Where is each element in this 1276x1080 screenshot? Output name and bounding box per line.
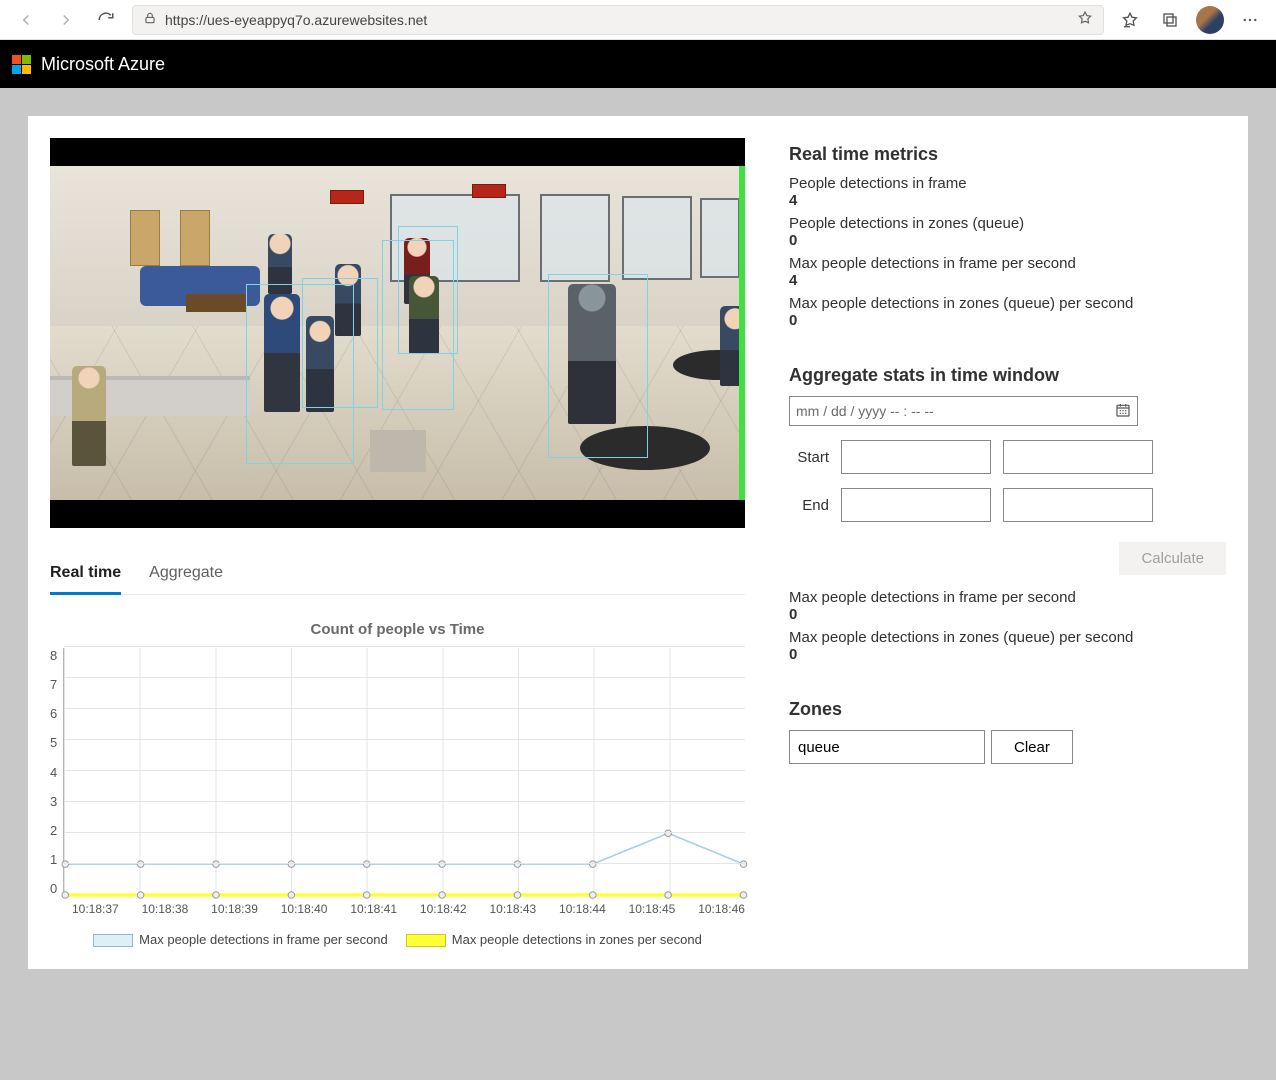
aggregate-heading: Aggregate stats in time window xyxy=(789,365,1226,386)
metric-max-zones-label: Max people detections in zones (queue) p… xyxy=(789,295,1226,312)
refresh-icon[interactable] xyxy=(88,2,124,38)
app-header: Microsoft Azure xyxy=(0,40,1276,88)
legend-swatch-zones xyxy=(406,934,446,947)
browser-chrome: https://ues-eyeappyq7o.azurewebsites.net xyxy=(0,0,1276,40)
chart-tabs: Real time Aggregate xyxy=(50,556,745,595)
metric-max-zones-value: 0 xyxy=(789,312,1226,329)
tab-aggregate[interactable]: Aggregate xyxy=(149,556,223,594)
chart-title: Count of people vs Time xyxy=(50,621,745,638)
main-card: Real time Aggregate Count of people vs T… xyxy=(28,116,1248,969)
aggregate-datetime-placeholder: mm / dd / yyyy -- : -- -- xyxy=(796,403,934,419)
detection-bbox xyxy=(398,226,458,354)
favorites-icon[interactable] xyxy=(1112,2,1148,38)
agg-max-zones-value: 0 xyxy=(789,646,1226,663)
microsoft-logo-icon xyxy=(12,55,31,74)
app-title: Microsoft Azure xyxy=(41,54,165,75)
clear-button[interactable]: Clear xyxy=(991,730,1073,764)
star-icon[interactable] xyxy=(1077,10,1093,29)
aggregate-datetime-field[interactable]: mm / dd / yyyy -- : -- -- xyxy=(789,396,1138,426)
metrics-heading: Real time metrics xyxy=(789,144,1226,165)
zone-line xyxy=(739,166,745,500)
start-date-input[interactable] xyxy=(841,440,991,474)
calendar-icon[interactable] xyxy=(1115,402,1131,421)
calculate-button[interactable]: Calculate xyxy=(1119,542,1226,575)
chart-y-axis: 876543210 xyxy=(50,648,63,896)
end-label: End xyxy=(789,497,829,514)
back-icon[interactable] xyxy=(8,2,44,38)
tab-realtime[interactable]: Real time xyxy=(50,556,121,595)
metric-frame-label: People detections in frame xyxy=(789,175,1226,192)
agg-max-zones-label: Max people detections in zones (queue) p… xyxy=(789,629,1226,646)
start-time-input[interactable] xyxy=(1003,440,1153,474)
metric-max-frame-value: 4 xyxy=(789,272,1226,289)
end-time-input[interactable] xyxy=(1003,488,1153,522)
agg-max-frame-label: Max people detections in frame per secon… xyxy=(789,589,1226,606)
lock-icon xyxy=(143,11,157,28)
metric-zones-label: People detections in zones (queue) xyxy=(789,215,1226,232)
more-icon[interactable] xyxy=(1232,2,1268,38)
legend-label-zones: Max people detections in zones per secon… xyxy=(452,932,702,947)
video-feed xyxy=(50,138,745,528)
collections-icon[interactable] xyxy=(1152,2,1188,38)
chart-plot-area xyxy=(63,648,745,896)
address-bar[interactable]: https://ues-eyeappyq7o.azurewebsites.net xyxy=(132,5,1104,35)
metric-zones-value: 0 xyxy=(789,232,1226,249)
legend-swatch-frame xyxy=(93,934,133,947)
detection-bbox xyxy=(548,274,648,458)
end-date-input[interactable] xyxy=(841,488,991,522)
avatar[interactable] xyxy=(1196,6,1224,34)
agg-max-frame-value: 0 xyxy=(789,606,1226,623)
url-text: https://ues-eyeappyq7o.azurewebsites.net xyxy=(165,12,1069,28)
chart-x-axis: 10:18:3710:18:3810:18:3910:18:4010:18:41… xyxy=(72,902,745,916)
start-label: Start xyxy=(789,449,829,466)
zones-heading: Zones xyxy=(789,699,1226,720)
forward-icon[interactable] xyxy=(48,2,84,38)
legend-label-frame: Max people detections in frame per secon… xyxy=(139,932,388,947)
metric-max-frame-label: Max people detections in frame per secon… xyxy=(789,255,1226,272)
zones-input[interactable] xyxy=(789,730,985,764)
metric-frame-value: 4 xyxy=(789,192,1226,209)
chart-legend: Max people detections in frame per secon… xyxy=(50,932,745,947)
chart: Count of people vs Time 876543210 10:18:… xyxy=(50,621,745,947)
detection-bbox xyxy=(302,278,378,408)
